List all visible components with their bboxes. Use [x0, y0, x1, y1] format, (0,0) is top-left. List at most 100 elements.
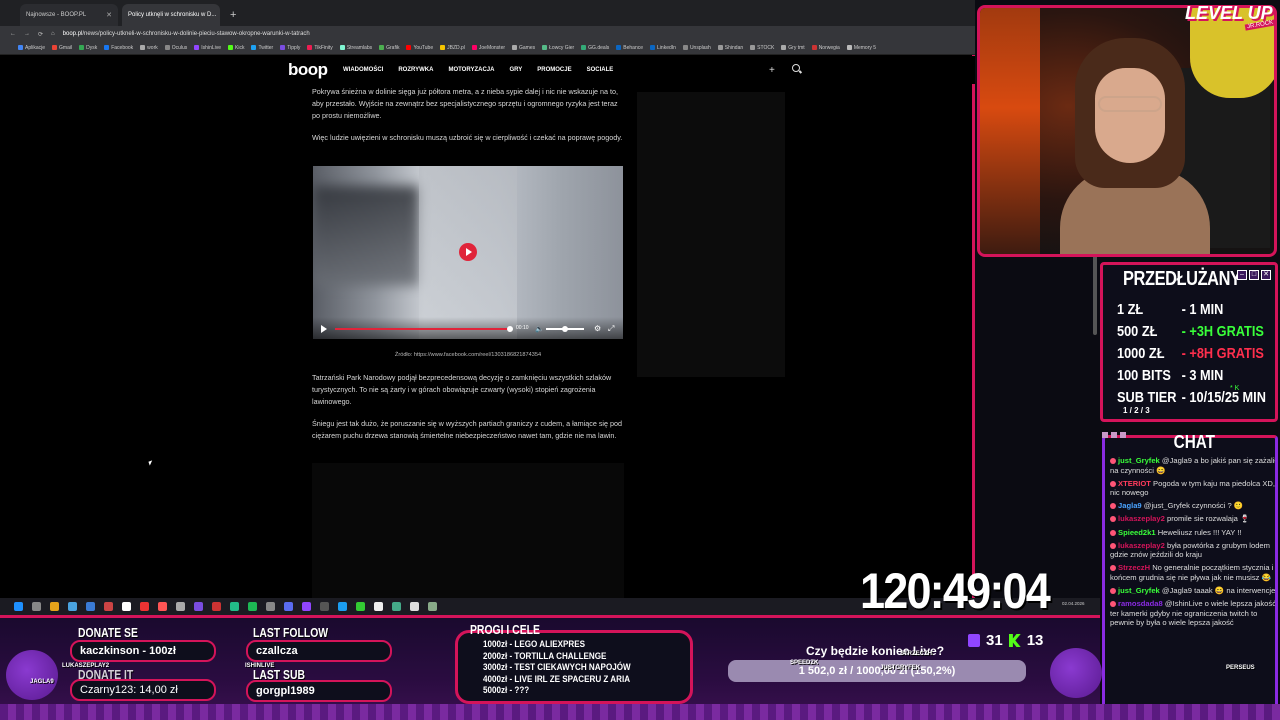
chat-username[interactable]: lukaszeplay2 — [1118, 541, 1165, 550]
volume-icon[interactable]: 🔈 — [535, 325, 544, 333]
chat-username[interactable]: StrzeczH — [1118, 563, 1150, 572]
taskbar-app-icon[interactable] — [248, 602, 257, 611]
bookmark-item[interactable]: JBZD.pl — [440, 45, 465, 51]
bookmark-item[interactable]: Streamlabs — [340, 45, 372, 51]
chat-username[interactable]: Spieed2k1 — [1118, 528, 1156, 537]
chat-username[interactable]: XTERIOT — [1118, 479, 1151, 488]
nav-sociale[interactable]: SOCIALE — [587, 67, 614, 73]
chat-badge-icon — [1110, 529, 1116, 536]
bookmark-item[interactable]: TikFinity — [307, 45, 332, 51]
bookmark-item[interactable]: work — [140, 45, 158, 51]
chat-badge-icon — [1110, 516, 1116, 523]
plus-icon[interactable]: + — [769, 65, 775, 76]
taskbar-app-icon[interactable] — [392, 602, 401, 611]
taskbar-app-icon[interactable] — [32, 602, 41, 611]
taskbar-app-icon[interactable] — [266, 602, 275, 611]
bookmark-item[interactable]: Shindan — [718, 45, 743, 51]
taskbar-app-icon[interactable] — [176, 602, 185, 611]
video-progress-bar[interactable] — [335, 326, 513, 332]
goal-item: 2000zł - TORTILLA CHALLENGE — [483, 650, 607, 662]
chat-message: Jagla9 @just_Gryfek czynności ? 🙂 — [1110, 501, 1275, 511]
subathon-row: 1000 ZŁ - +8H GRATIS — [1117, 345, 1264, 362]
taskbar-app-icon[interactable] — [356, 602, 365, 611]
bookmark-item[interactable]: IshinLive — [194, 45, 221, 51]
fullscreen-icon[interactable]: ⤢ — [608, 324, 614, 334]
bookmark-item[interactable]: Tipply — [280, 45, 300, 51]
nav-promocje[interactable]: PROMOCJE — [537, 67, 571, 73]
bookmark-item[interactable]: GG.deals — [581, 45, 609, 51]
back-icon[interactable]: ← — [10, 31, 16, 37]
taskbar-app-icon[interactable] — [320, 602, 329, 611]
bookmark-item[interactable]: Gry tmt — [781, 45, 804, 51]
taskbar-app-icon[interactable] — [68, 602, 77, 611]
video-caption[interactable]: Źródło: https://www.facebook.com/reel/13… — [313, 352, 623, 358]
scrollbar[interactable] — [1093, 255, 1097, 335]
taskbar-app-icon[interactable] — [338, 602, 347, 611]
chat-username[interactable]: just_Gryfek — [1118, 586, 1160, 595]
taskbar-app-icon[interactable] — [212, 602, 221, 611]
site-logo[interactable]: boop — [288, 60, 328, 80]
tab-article[interactable]: Policy utknęli w schronisku w D...✕ — [122, 4, 220, 26]
chat-username[interactable]: lukaszeplay2 — [1118, 514, 1165, 523]
video-player[interactable]: 00:10 🔈 ⚙ ⤢ — [313, 166, 623, 339]
taskbar-app-icon[interactable] — [374, 602, 383, 611]
taskbar-app-icon[interactable] — [194, 602, 203, 611]
bookmark-item[interactable]: Łowcy Gier — [542, 45, 574, 51]
bookmark-item[interactable]: YouTube — [406, 45, 433, 51]
taskbar-app-icon[interactable] — [86, 602, 95, 611]
chat-username[interactable]: Jagla9 — [1118, 501, 1142, 510]
play-button[interactable] — [321, 325, 327, 333]
taskbar-app-icon[interactable] — [104, 602, 113, 611]
play-icon[interactable] — [459, 243, 477, 261]
home-icon[interactable]: ⌂ — [51, 31, 55, 37]
bookmark-item[interactable]: STOCK — [750, 45, 774, 51]
chat-username[interactable]: just_Gryfek — [1118, 456, 1160, 465]
bookmark-item[interactable]: Games — [512, 45, 535, 51]
reload-icon[interactable]: ⟳ — [38, 31, 43, 38]
nav-gry[interactable]: GRY — [509, 67, 522, 73]
tab-bar: Najnowsze - BOOP.PL ✕ Policy utknęli w sc… — [0, 0, 975, 26]
bookmark-item[interactable]: Unsplash — [683, 45, 711, 51]
close-icon[interactable]: ✕ — [106, 11, 112, 19]
search-icon[interactable] — [792, 64, 800, 72]
bookmark-item[interactable]: Aplikacje — [18, 45, 45, 51]
taskbar-app-icon[interactable] — [158, 602, 167, 611]
chat-message: lukaszeplay2 była powtórka z grubym lode… — [1110, 541, 1275, 560]
address-bar[interactable]: ← → ⟳ ⌂ boop.pl/news/policy-utkneli-w-sc… — [0, 26, 975, 42]
subathon-row: 500 ZŁ - +3H GRATIS — [1117, 323, 1264, 340]
taskbar-app-icon[interactable] — [122, 602, 131, 611]
chat-username[interactable]: ramosdada8 — [1118, 599, 1163, 608]
taskbar-app-icon[interactable] — [230, 602, 239, 611]
taskbar-app-icon[interactable] — [14, 602, 23, 611]
bookmark-item[interactable]: Gmail — [52, 45, 72, 51]
bookmark-item[interactable]: Memory 5 — [847, 45, 876, 51]
bookmark-item[interactable]: Norwegia — [812, 45, 840, 51]
bookmark-item[interactable]: LinkedIn — [650, 45, 676, 51]
taskbar-app-icon[interactable] — [50, 602, 59, 611]
bookmark-item[interactable]: JoeMonster — [472, 45, 505, 51]
url-text[interactable]: boop.pl/news/policy-utkneli-w-schronisku… — [63, 31, 310, 37]
taskbar-app-icon[interactable] — [140, 602, 149, 611]
taskbar-app-icon[interactable] — [428, 602, 437, 611]
site-nav: WIADOMOŚCI ROZRYWKA MOTORYZACJA GRY PROM… — [343, 67, 613, 73]
nav-motoryzacja[interactable]: MOTORYZACJA — [448, 67, 494, 73]
nav-rozrywka[interactable]: ROZRYWKA — [398, 67, 433, 73]
nav-wiadomosci[interactable]: WIADOMOŚCI — [343, 67, 383, 73]
bookmark-item[interactable]: Kick — [228, 45, 244, 51]
taskbar-app-icon[interactable] — [284, 602, 293, 611]
tab-najnowsze[interactable]: Najnowsze - BOOP.PL ✕ — [20, 4, 118, 26]
bookmark-item[interactable]: Grafik — [379, 45, 399, 51]
chat-message: XTERIOT Pogoda w tym kaju ma piedolca XD… — [1110, 479, 1275, 498]
bookmark-item[interactable]: Oculus — [165, 45, 188, 51]
volume-slider[interactable] — [546, 326, 584, 332]
taskbar-app-icon[interactable] — [410, 602, 419, 611]
bookmark-item[interactable]: Twitter — [251, 45, 273, 51]
bookmark-item[interactable]: Dysk — [79, 45, 97, 51]
last-follow-value: czallcza — [246, 640, 392, 662]
forward-icon[interactable]: → — [24, 31, 30, 37]
taskbar-app-icon[interactable] — [302, 602, 311, 611]
bookmark-item[interactable]: Behance — [616, 45, 643, 51]
bookmark-item[interactable]: Facebook — [104, 45, 133, 51]
new-tab-icon[interactable]: + — [224, 4, 242, 26]
gear-icon[interactable]: ⚙ — [594, 324, 601, 333]
